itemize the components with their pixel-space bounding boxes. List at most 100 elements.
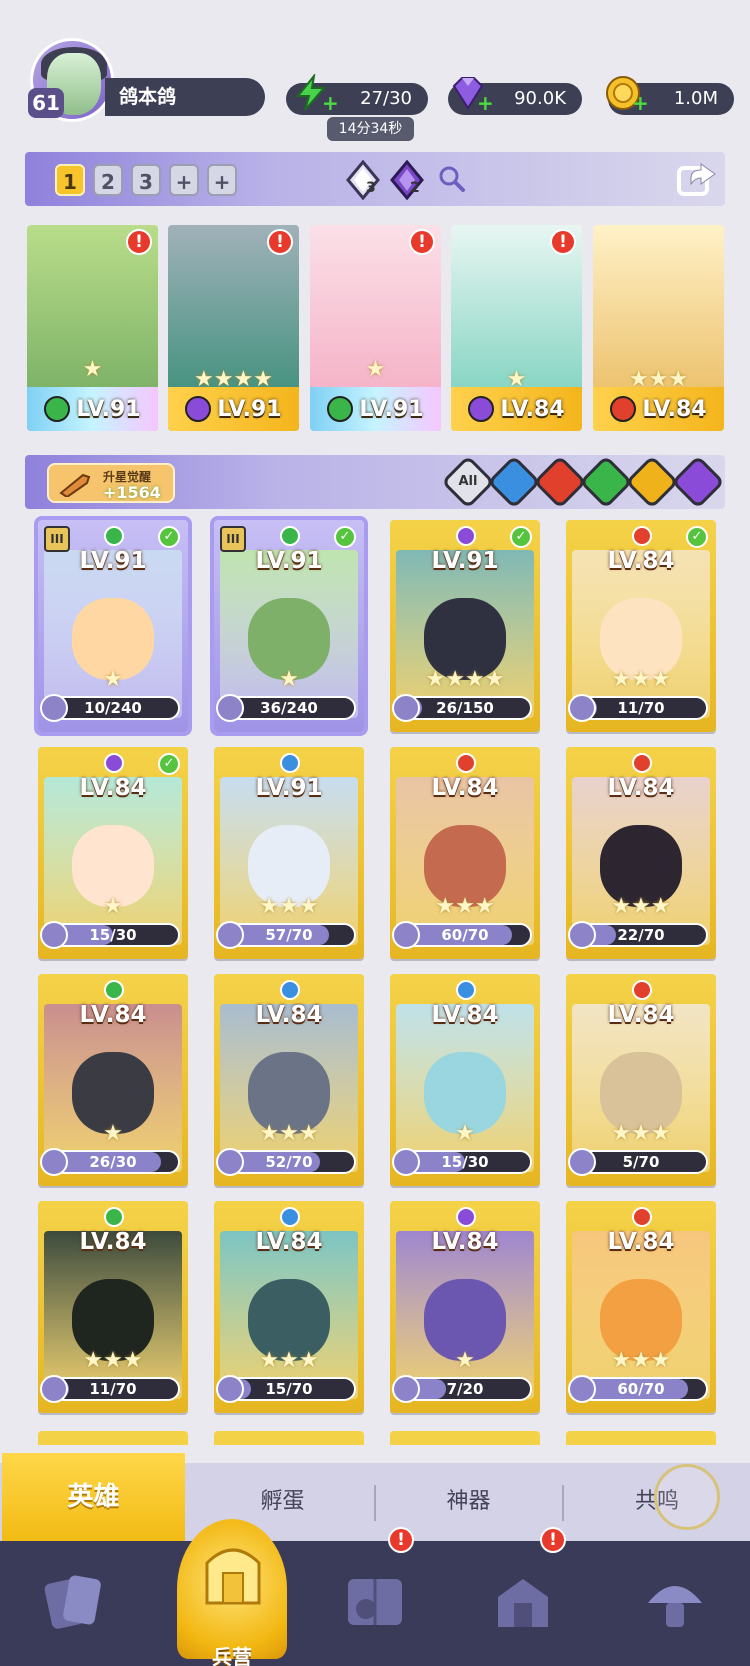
- hero-card[interactable]: LV.91 ★★★ 57/70: [214, 747, 364, 959]
- alert-icon: !: [540, 1527, 566, 1553]
- in-team-check-icon: ✓: [686, 526, 708, 548]
- team-card-stars: ★: [82, 357, 103, 382]
- tab-heroes[interactable]: 英雄: [2, 1453, 185, 1541]
- hero-level: LV.84: [255, 1002, 323, 1028]
- hero-element-icon: [104, 980, 124, 1000]
- hero-element-icon: [456, 526, 476, 546]
- team-card-level: LV.84: [593, 387, 724, 431]
- temple-icon: [498, 1579, 548, 1627]
- nav-barracks[interactable]: 兵营: [157, 1541, 307, 1666]
- soul-shard-icon: [392, 694, 420, 722]
- team-card-level: LV.84: [451, 387, 582, 431]
- hero-element-icon: [280, 1207, 300, 1227]
- hero-card[interactable]: LV.84 ★★★ 52/70: [214, 974, 364, 1186]
- hero-element-icon: [456, 1207, 476, 1227]
- soul-shard-icon: [216, 694, 244, 722]
- team-slot-2[interactable]: 2: [93, 164, 123, 196]
- soul-shard-icon: [392, 1148, 420, 1176]
- team-card-1[interactable]: ! ★ LV.91: [27, 225, 158, 431]
- team-card-stars: ★: [365, 357, 386, 382]
- team-card-level-text: LV.84: [642, 396, 707, 422]
- hero-stars: ★★★: [611, 1348, 671, 1373]
- mushroom-icon: [648, 1586, 702, 1627]
- dark-element-icon: [185, 396, 212, 422]
- hero-level: LV.84: [607, 1229, 675, 1255]
- hero-element-icon: [632, 753, 652, 773]
- hero-card-peek: [214, 1431, 364, 1445]
- hero-element-icon: [456, 753, 476, 773]
- hero-element-icon: [632, 526, 652, 546]
- nav-mushroom[interactable]: [600, 1541, 750, 1666]
- hero-card[interactable]: III ✓ LV.91 ★ 36/240: [210, 516, 368, 736]
- team-card-3[interactable]: ! ★ LV.91: [310, 225, 441, 431]
- hero-stars: ★: [103, 1121, 123, 1146]
- hero-card[interactable]: LV.84 ★★★ 60/70: [566, 1201, 716, 1413]
- hero-card[interactable]: LV.84 ★★★ 11/70: [38, 1201, 188, 1413]
- gems-plus-icon[interactable]: +: [477, 93, 494, 113]
- team-slot-3[interactable]: 3: [131, 164, 161, 196]
- alert-icon: !: [409, 229, 435, 255]
- hero-stars: ★★★★: [425, 667, 505, 692]
- share-icon[interactable]: [675, 158, 719, 198]
- nav-temple[interactable]: !: [448, 1527, 598, 1666]
- nav-barracks-label: 兵营: [212, 1645, 252, 1666]
- hero-element-icon: [280, 526, 300, 546]
- team-card-level-text: LV.91: [76, 396, 141, 422]
- gold-value: 1.0M: [673, 88, 718, 109]
- hero-stars: ★: [455, 1121, 475, 1146]
- hero-level: LV.91: [255, 775, 323, 801]
- hero-stars: ★★★: [611, 894, 671, 919]
- soul-shard-icon: [216, 921, 244, 949]
- alert-icon: !: [267, 229, 293, 255]
- hero-card[interactable]: ✓ LV.84 ★ 15/30: [38, 747, 188, 959]
- hero-level: LV.84: [431, 775, 499, 801]
- hero-stars: ★★★: [259, 1121, 319, 1146]
- hero-card[interactable]: LV.84 ★★★ 22/70: [566, 747, 716, 959]
- soul-shard-icon: [40, 1148, 68, 1176]
- team-slot-1[interactable]: 1: [55, 164, 85, 196]
- energy-plus-icon[interactable]: +: [322, 93, 339, 113]
- hero-card[interactable]: ✓ LV.91 ★★★★ 26/150: [390, 520, 540, 732]
- team-slot-add-1[interactable]: +: [169, 164, 199, 196]
- soul-shard-icon: [40, 694, 68, 722]
- awakening-button[interactable]: 升星觉醒 +1564: [47, 463, 175, 503]
- team-card-2[interactable]: ! ★★★★ LV.91: [168, 225, 299, 431]
- white-crystal-icon[interactable]: [344, 160, 382, 200]
- magnifier-icon[interactable]: [437, 164, 467, 194]
- nav-map[interactable]: !: [300, 1527, 450, 1666]
- hero-element-icon: [632, 1207, 652, 1227]
- white-crystal-count: 3: [366, 180, 376, 196]
- energy-timer: 14分34秒: [327, 117, 414, 141]
- hero-stars: ★★★: [83, 1348, 143, 1373]
- hero-stars: ★★★: [611, 667, 671, 692]
- purple-crystal-icon[interactable]: [388, 160, 426, 200]
- card-deck-icon: [44, 1575, 101, 1629]
- hero-card[interactable]: LV.84 ★ 7/20: [390, 1201, 540, 1413]
- hero-card[interactable]: LV.84 ★ 26/30: [38, 974, 188, 1186]
- hero-card[interactable]: LV.84 ★★★ 15/70: [214, 1201, 364, 1413]
- hero-stars: ★★★: [259, 1348, 319, 1373]
- hero-level: LV.84: [79, 775, 147, 801]
- nav-cards[interactable]: [0, 1541, 150, 1666]
- team-slot-add-2[interactable]: +: [207, 164, 237, 196]
- soul-shard-icon: [392, 921, 420, 949]
- hero-level: LV.84: [431, 1002, 499, 1028]
- floating-assist-button[interactable]: [654, 1464, 720, 1530]
- hero-card[interactable]: ✓ LV.84 ★★★ 11/70: [566, 520, 716, 732]
- hero-stars: ★: [455, 1348, 475, 1373]
- purple-crystal-count: 2: [410, 180, 420, 196]
- nature-element-icon: [44, 396, 71, 422]
- hero-card[interactable]: III ✓ LV.91 ★ 10/240: [34, 516, 192, 736]
- gems-value: 90.0K: [514, 88, 566, 109]
- hero-card[interactable]: LV.84 ★★★ 60/70: [390, 747, 540, 959]
- hero-card-peek: [390, 1431, 540, 1445]
- soul-shard-icon: [216, 1148, 244, 1176]
- hero-stars: ★: [279, 667, 299, 692]
- fire-element-icon: [610, 396, 637, 422]
- team-card-4[interactable]: ! ★ LV.84: [451, 225, 582, 431]
- team-card-level: LV.91: [168, 387, 299, 431]
- hero-card[interactable]: LV.84 ★ 15/30: [390, 974, 540, 1186]
- hero-card[interactable]: LV.84 ★★★ 5/70: [566, 974, 716, 1186]
- team-card-5[interactable]: ★★★ LV.84: [593, 225, 724, 431]
- gold-plus-icon[interactable]: +: [632, 93, 649, 113]
